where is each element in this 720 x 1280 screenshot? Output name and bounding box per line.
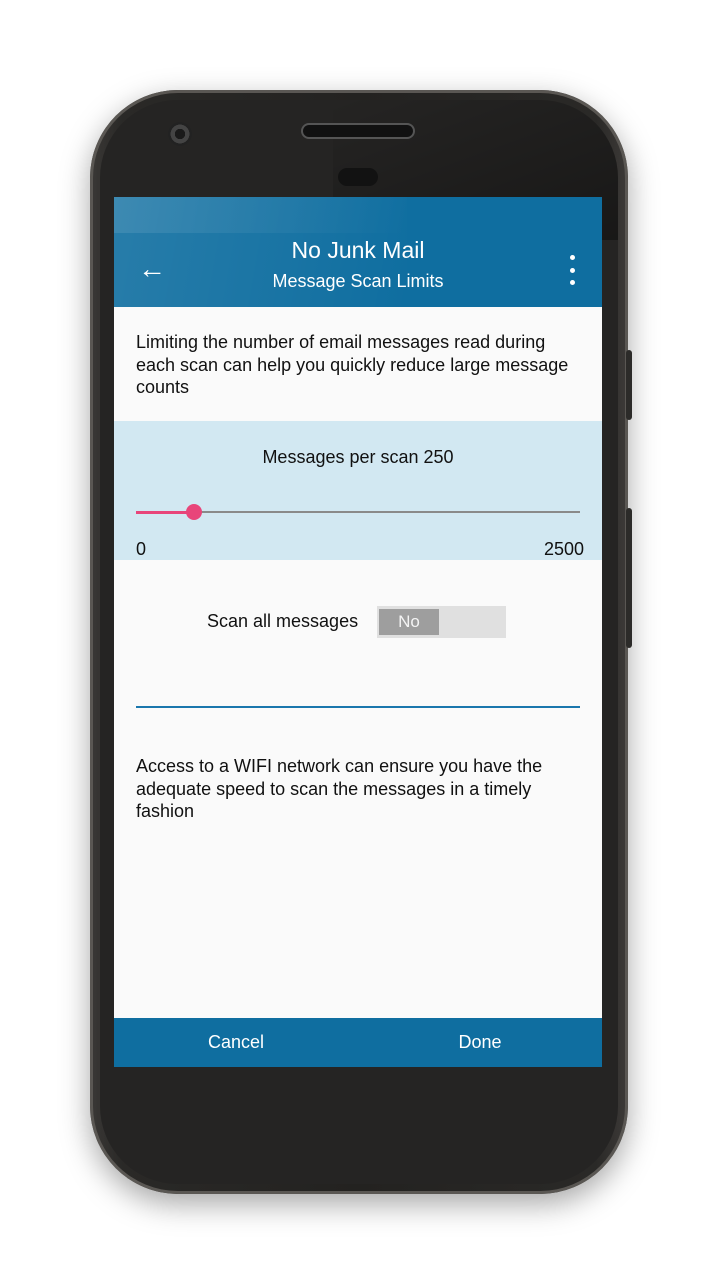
app-screen: ← No Junk Mail Message Scan Limits Limit… <box>114 197 602 1067</box>
scan-all-row: Scan all messages No <box>114 605 602 639</box>
more-vertical-icon[interactable] <box>564 255 580 285</box>
cancel-button[interactable]: Cancel <box>114 1018 358 1067</box>
messages-per-scan-panel: Messages per scan 250 0 2500 <box>114 421 602 560</box>
toggle-knob: No <box>379 609 439 635</box>
scan-all-toggle[interactable]: No <box>377 606 506 638</box>
slider-min-label: 0 <box>136 539 147 559</box>
scan-all-label: Scan all messages <box>207 611 359 631</box>
bottom-action-bar: Cancel Done <box>114 1018 602 1067</box>
volume-button <box>626 508 632 648</box>
slider-max-label: 2500 <box>543 539 584 559</box>
proximity-sensor <box>338 168 378 186</box>
app-bar: ← No Junk Mail Message Scan Limits <box>114 197 602 307</box>
messages-per-scan-label: Messages per scan 250 <box>262 447 454 467</box>
wifi-text: Access to a WIFI network can ensure you … <box>136 756 543 821</box>
back-arrow-icon[interactable]: ← <box>136 253 168 285</box>
page-subtitle: Message Scan Limits <box>272 271 444 291</box>
power-button <box>626 350 632 420</box>
slider-track[interactable] <box>136 510 580 514</box>
front-camera <box>168 122 192 146</box>
page-title: No Junk Mail <box>291 237 425 263</box>
done-button[interactable]: Done <box>358 1018 602 1067</box>
status-bar <box>114 197 602 233</box>
app-bar-titles: No Junk Mail Message Scan Limits <box>184 235 532 293</box>
intro-text: Limiting the number of email messages re… <box>136 332 569 397</box>
earpiece-speaker <box>303 125 413 137</box>
slider-thumb[interactable] <box>186 504 203 520</box>
section-divider <box>136 706 580 708</box>
